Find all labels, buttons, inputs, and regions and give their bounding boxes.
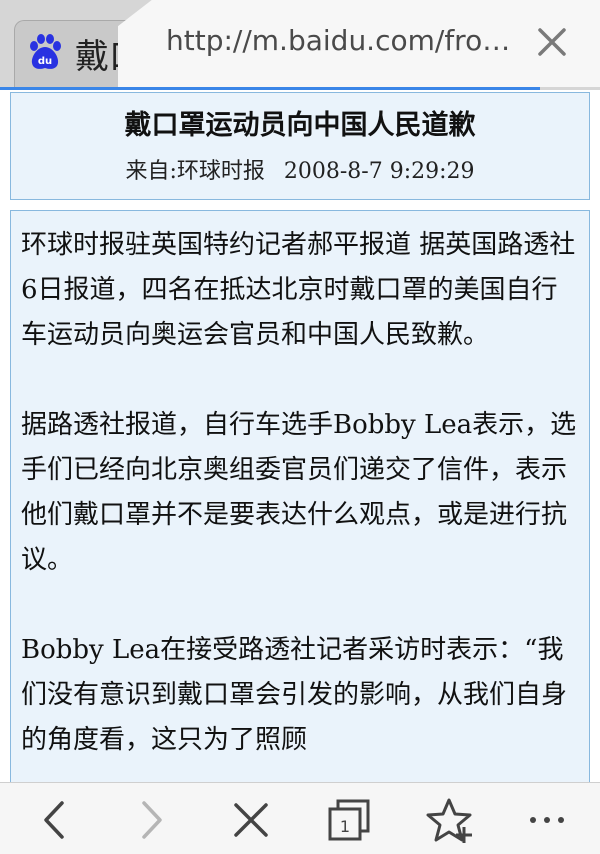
article-date: 2008-8-7 9:29:29 (283, 159, 475, 184)
article-title: 戴口罩运动员向中国人民道歉 (124, 110, 476, 141)
tab-count: 1 (340, 817, 350, 836)
article-paragraph-1: 环球时报驻英国特约记者郝平报道 据英国路透社6日报道，四名在抵达北京时戴口罩的美… (21, 230, 576, 350)
article-meta: 来自:环球时报 2008-8-7 9:29:29 (11, 153, 589, 185)
bookmark-add-icon[interactable] (424, 795, 474, 845)
close-tab-icon[interactable] (532, 22, 572, 62)
baidu-logo-text: du (38, 56, 52, 67)
browser-toolbar: 1 (0, 782, 600, 854)
url-text[interactable]: http://m.baidu.com/fro… (166, 24, 510, 57)
article-source: 来自:环球时报 (125, 159, 265, 184)
article-paragraph-3: Bobby Lea在接受路透社记者采访时表示：“我们没有意识到戴口罩会引发的影响… (21, 635, 568, 755)
baidu-logo-icon: du (30, 34, 61, 69)
article-body: 环球时报驻英国特约记者郝平报道 据英国路透社6日报道，四名在抵达北京时戴口罩的美… (10, 210, 590, 800)
more-menu-icon[interactable] (522, 795, 572, 845)
browser-tab-bar: du 戴口 http://m.baidu.com/fro… (0, 0, 600, 90)
back-arrow-icon[interactable] (30, 795, 80, 845)
tabs-icon[interactable]: 1 (324, 795, 374, 845)
stop-icon[interactable] (226, 795, 276, 845)
page-load-progress (0, 87, 540, 90)
article-paragraph-2: 据路透社报道，自行车选手Bobby Lea表示，选手们已经向北京奥组委官员们递交… (21, 410, 577, 575)
forward-arrow-icon[interactable] (126, 795, 176, 845)
article-header: 戴口罩运动员向中国人民道歉 来自:环球时报 2008-8-7 9:29:29 (10, 92, 590, 200)
